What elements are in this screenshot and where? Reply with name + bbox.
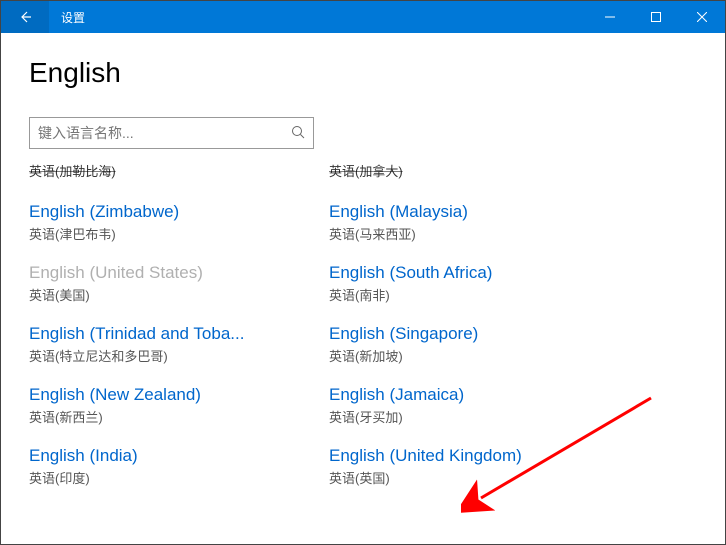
- language-local-name: 英语(新加坡): [329, 346, 629, 365]
- minimize-icon: [605, 12, 615, 22]
- language-column-right: 英语(加拿大) English (Malaysia)英语(马来西亚)Englis…: [329, 159, 629, 507]
- language-english-name: English (Malaysia): [329, 202, 619, 222]
- page-title: English: [29, 57, 697, 89]
- window-controls: [587, 1, 725, 33]
- language-local-name: 英语(马来西亚): [329, 224, 629, 243]
- close-icon: [697, 12, 707, 22]
- language-column-left: 英语(加勒比海) English (Zimbabwe)英语(津巴布韦)Engli…: [29, 159, 329, 507]
- language-item[interactable]: English (Trinidad and Toba... 英语(特立尼达和多巴哥…: [29, 324, 329, 365]
- language-english-name: English (New Zealand): [29, 385, 319, 405]
- language-english-name: English (United Kingdom): [329, 446, 619, 466]
- language-english-name: English (Singapore): [329, 324, 619, 344]
- language-english-name: English (India): [29, 446, 319, 466]
- language-local-name: 英语(英国): [329, 468, 629, 487]
- language-item[interactable]: English (New Zealand) 英语(新西兰): [29, 385, 329, 426]
- language-item[interactable]: English (Singapore) 英语(新加坡): [329, 324, 629, 365]
- language-item[interactable]: 英语(加拿大): [329, 161, 629, 180]
- language-item[interactable]: English (Zimbabwe) 英语(津巴布韦): [29, 202, 329, 243]
- language-local-name: 英语(印度): [29, 468, 329, 487]
- titlebar: 设置: [1, 1, 725, 33]
- language-item[interactable]: English (Malaysia) 英语(马来西亚): [329, 202, 629, 243]
- language-english-name: English (United States): [29, 263, 319, 283]
- search-box[interactable]: [29, 117, 314, 149]
- language-item[interactable]: 英语(加勒比海): [29, 161, 329, 180]
- minimize-button[interactable]: [587, 1, 633, 33]
- language-list: 英语(加勒比海) English (Zimbabwe)英语(津巴布韦)Engli…: [29, 159, 697, 507]
- maximize-button[interactable]: [633, 1, 679, 33]
- search-icon: [291, 125, 305, 142]
- close-button[interactable]: [679, 1, 725, 33]
- language-item[interactable]: English (South Africa) 英语(南非): [329, 263, 629, 304]
- language-local-name: 英语(津巴布韦): [29, 224, 329, 243]
- language-item[interactable]: English (United States) 英语(美国): [29, 263, 329, 304]
- language-english-name: English (Jamaica): [329, 385, 619, 405]
- maximize-icon: [651, 12, 661, 22]
- arrow-left-icon: [17, 9, 33, 25]
- language-local-name: 英语(南非): [329, 285, 629, 304]
- language-local-name: 英语(牙买加): [329, 407, 629, 426]
- language-item[interactable]: English (Jamaica) 英语(牙买加): [329, 385, 629, 426]
- search-input[interactable]: [38, 125, 291, 141]
- language-english-name: English (South Africa): [329, 263, 619, 283]
- language-english-name: English (Trinidad and Toba...: [29, 324, 319, 344]
- language-item[interactable]: English (United Kingdom) 英语(英国): [329, 446, 629, 487]
- language-local-name: 英语(特立尼达和多巴哥): [29, 346, 329, 365]
- language-local-name: 英语(加勒比海): [29, 161, 329, 180]
- language-item[interactable]: English (India) 英语(印度): [29, 446, 329, 487]
- content-area: English 英语(加勒比海) English (Zimbabwe) 英语(津巴…: [1, 33, 725, 544]
- language-local-name: 英语(新西兰): [29, 407, 329, 426]
- language-local-name: 英语(加拿大): [329, 161, 629, 180]
- window-title: 设置: [49, 9, 587, 26]
- language-english-name: English (Zimbabwe): [29, 202, 319, 222]
- language-local-name: 英语(美国): [29, 285, 329, 304]
- back-button[interactable]: [1, 1, 49, 33]
